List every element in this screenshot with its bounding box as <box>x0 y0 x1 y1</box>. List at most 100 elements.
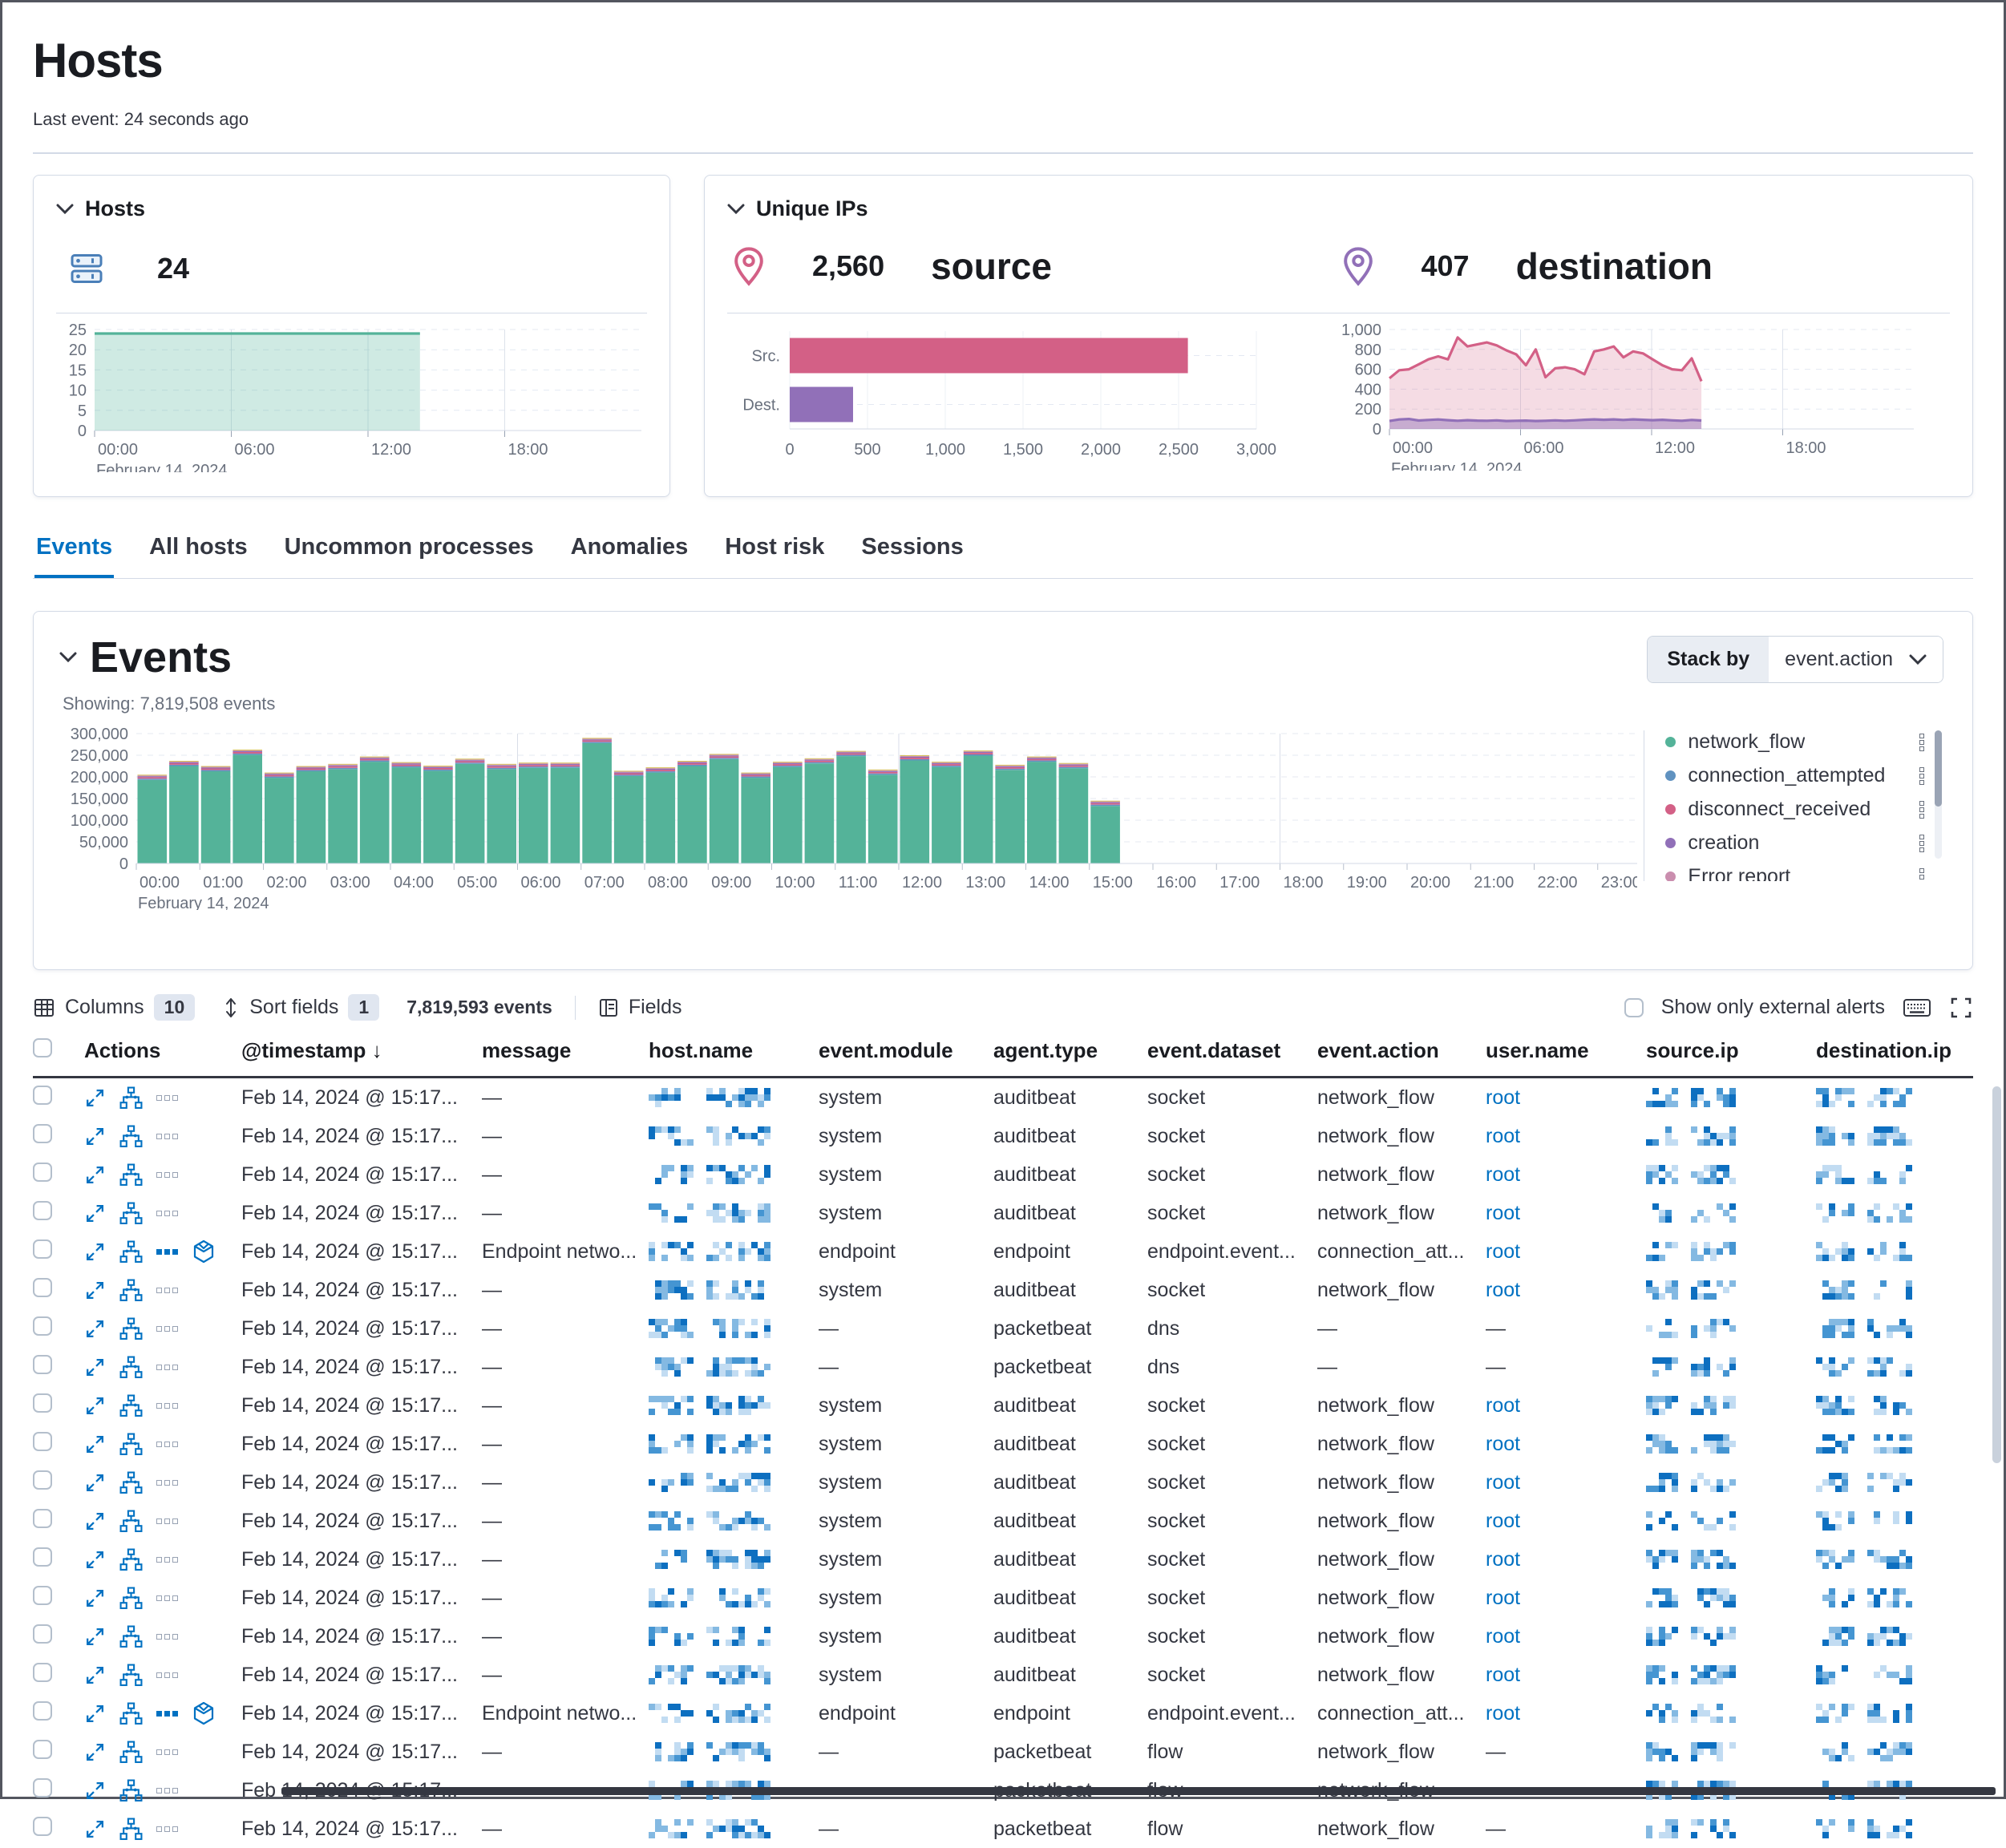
expand-event-icon[interactable] <box>84 1664 106 1686</box>
legend-item[interactable]: network_flow <box>1665 730 1947 754</box>
hosts-panel-header[interactable]: Hosts <box>56 196 647 221</box>
row-checkbox[interactable] <box>33 1470 52 1490</box>
row-checkbox[interactable] <box>33 1509 52 1528</box>
user-name-link[interactable]: root <box>1486 1548 1520 1571</box>
expand-event-icon[interactable] <box>84 1587 106 1609</box>
analyzer-icon[interactable] <box>119 1279 143 1302</box>
legend-actions-icon[interactable] <box>1919 734 1947 751</box>
fullscreen-icon[interactable] <box>1949 996 1973 1020</box>
legend-item[interactable]: disconnect_received <box>1665 798 1947 821</box>
sort-fields-button[interactable]: Sort fields 1 <box>222 994 379 1021</box>
user-name-link[interactable]: root <box>1486 1394 1520 1417</box>
more-actions-icon[interactable] <box>156 1249 178 1255</box>
analyzer-icon[interactable] <box>119 1163 143 1187</box>
expand-event-icon[interactable] <box>84 1357 106 1378</box>
expand-event-icon[interactable] <box>84 1472 106 1494</box>
user-name-link[interactable]: root <box>1486 1279 1520 1301</box>
column-header-message[interactable]: message <box>482 1038 649 1063</box>
tab-host-risk[interactable]: Host risk <box>723 524 826 578</box>
row-checkbox[interactable] <box>33 1663 52 1682</box>
user-name-link[interactable]: root <box>1486 1702 1520 1725</box>
expand-event-icon[interactable] <box>84 1549 106 1571</box>
row-checkbox[interactable] <box>33 1316 52 1336</box>
expand-event-icon[interactable] <box>84 1434 106 1455</box>
user-name-link[interactable]: root <box>1486 1587 1520 1609</box>
legend-item[interactable]: Error report <box>1665 865 1947 881</box>
column-header-destinationip[interactable]: destination.ip <box>1816 1038 1973 1063</box>
more-actions-icon[interactable] <box>156 1672 178 1678</box>
user-name-link[interactable]: root <box>1486 1240 1520 1263</box>
expand-event-icon[interactable] <box>84 1818 106 1840</box>
user-name-link[interactable]: root <box>1486 1086 1520 1109</box>
analyzer-icon[interactable] <box>119 1471 143 1494</box>
user-name-link[interactable]: root <box>1486 1510 1520 1532</box>
more-actions-icon[interactable] <box>156 1518 178 1524</box>
user-name-link[interactable]: root <box>1486 1625 1520 1648</box>
tab-anomalies[interactable]: Anomalies <box>569 524 690 578</box>
analyzer-icon[interactable] <box>119 1510 143 1533</box>
legend-scrollbar-thumb[interactable] <box>1935 730 1942 807</box>
tab-uncommon-processes[interactable]: Uncommon processes <box>283 524 536 578</box>
expand-event-icon[interactable] <box>84 1203 106 1224</box>
legend-item[interactable]: connection_attempted <box>1665 764 1947 787</box>
more-actions-icon[interactable] <box>156 1711 178 1717</box>
row-checkbox[interactable] <box>33 1624 52 1644</box>
select-all-checkbox[interactable] <box>33 1038 52 1057</box>
legend-actions-icon[interactable] <box>1919 767 1947 785</box>
row-checkbox[interactable] <box>33 1201 52 1220</box>
columns-button[interactable]: Columns 10 <box>33 994 195 1021</box>
column-header-timestamp[interactable]: @timestamp ↓ <box>241 1038 482 1063</box>
more-actions-icon[interactable] <box>156 1442 178 1447</box>
expand-event-icon[interactable] <box>84 1626 106 1648</box>
user-name-link[interactable]: root <box>1486 1163 1520 1186</box>
legend-item[interactable]: creation <box>1665 831 1947 855</box>
expand-event-icon[interactable] <box>84 1741 106 1763</box>
more-actions-icon[interactable] <box>156 1788 178 1793</box>
analyzer-icon[interactable] <box>119 1702 143 1725</box>
column-header-eventmodule[interactable]: event.module <box>819 1038 993 1063</box>
external-alerts-checkbox[interactable] <box>1624 998 1644 1017</box>
column-header-hostname[interactable]: host.name <box>649 1038 819 1063</box>
user-name-link[interactable]: root <box>1486 1664 1520 1686</box>
keyboard-icon[interactable] <box>1903 997 1931 1019</box>
expand-event-icon[interactable] <box>84 1164 106 1186</box>
analyzer-icon[interactable] <box>119 1779 143 1802</box>
analyzer-icon[interactable] <box>119 1625 143 1648</box>
column-header-agenttype[interactable]: agent.type <box>993 1038 1147 1063</box>
column-header-eventdataset[interactable]: event.dataset <box>1147 1038 1317 1063</box>
row-checkbox[interactable] <box>33 1817 52 1836</box>
row-checkbox[interactable] <box>33 1393 52 1413</box>
row-checkbox[interactable] <box>33 1124 52 1143</box>
user-name-link[interactable]: root <box>1486 1125 1520 1147</box>
tab-sessions[interactable]: Sessions <box>859 524 965 578</box>
expand-event-icon[interactable] <box>84 1780 106 1801</box>
row-checkbox[interactable] <box>33 1701 52 1721</box>
expand-event-icon[interactable] <box>84 1703 106 1725</box>
tab-all-hosts[interactable]: All hosts <box>148 524 249 578</box>
analyzer-icon[interactable] <box>119 1548 143 1571</box>
analyzer-icon[interactable] <box>119 1317 143 1341</box>
expand-event-icon[interactable] <box>84 1126 106 1147</box>
more-actions-icon[interactable] <box>156 1826 178 1832</box>
column-header-eventaction[interactable]: event.action <box>1317 1038 1486 1063</box>
endpoint-cube-icon[interactable] <box>192 1239 216 1264</box>
unique-ips-panel-header[interactable]: Unique IPs <box>727 196 1950 221</box>
row-checkbox[interactable] <box>33 1278 52 1297</box>
legend-actions-icon[interactable] <box>1919 835 1947 852</box>
column-header-Actions[interactable]: Actions <box>84 1038 241 1063</box>
analyzer-icon[interactable] <box>119 1394 143 1417</box>
user-name-link[interactable]: root <box>1486 1433 1520 1455</box>
expand-event-icon[interactable] <box>84 1280 106 1301</box>
more-actions-icon[interactable] <box>156 1595 178 1601</box>
more-actions-icon[interactable] <box>156 1749 178 1755</box>
column-header-username[interactable]: user.name <box>1486 1038 1646 1063</box>
user-name-link[interactable]: root <box>1486 1202 1520 1224</box>
endpoint-cube-icon[interactable] <box>192 1701 216 1725</box>
legend-actions-icon[interactable] <box>1919 868 1947 882</box>
more-actions-icon[interactable] <box>156 1326 178 1332</box>
horizontal-scrollbar[interactable] <box>281 1787 1996 1795</box>
row-checkbox[interactable] <box>33 1432 52 1451</box>
analyzer-icon[interactable] <box>119 1086 143 1110</box>
tab-events[interactable]: Events <box>34 524 114 578</box>
expand-event-icon[interactable] <box>84 1318 106 1340</box>
